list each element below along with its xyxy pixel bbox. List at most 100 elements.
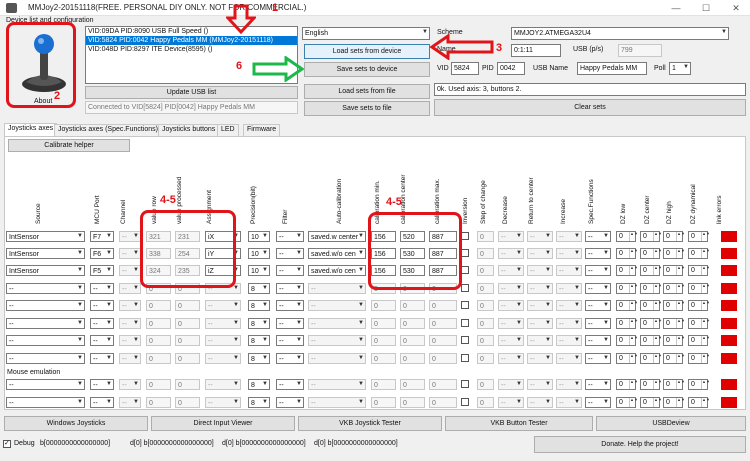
step-of-change-field[interactable]: 0: [477, 335, 494, 346]
dz-high-spinner[interactable]: 0 ▲▼: [663, 231, 685, 242]
calibration-min-field[interactable]: 0: [371, 335, 396, 346]
decrease-select[interactable]: -- ▼: [498, 248, 524, 259]
step-of-change-field[interactable]: 0: [477, 300, 494, 311]
dz-high-spinner[interactable]: 0 ▲▼: [663, 397, 685, 408]
dz-dynamical-spinner[interactable]: 0 ▲▼: [688, 300, 710, 311]
dz-dynamical-spinner[interactable]: 0 ▲▼: [688, 265, 710, 276]
decrease-select[interactable]: -- ▼: [498, 353, 524, 364]
spec-functions-select[interactable]: -- ▼: [585, 379, 611, 390]
calibration-center-field[interactable]: 0: [400, 397, 425, 408]
step-of-change-field[interactable]: 0: [477, 248, 494, 259]
dz-low-spinner[interactable]: 0 ▲▼: [616, 283, 638, 294]
decrease-select[interactable]: -- ▼: [498, 397, 524, 408]
load-sets-from-device-button[interactable]: Load sets from device: [304, 44, 430, 59]
spinner-icon[interactable]: ▲▼: [701, 231, 710, 241]
channel-select[interactable]: -- ▼: [119, 318, 141, 329]
source-select[interactable]: IntSensor ▼: [6, 265, 85, 276]
mcu-port-select[interactable]: -- ▼: [90, 379, 114, 390]
dz-high-spinner[interactable]: 0 ▲▼: [663, 248, 685, 259]
spinner-icon[interactable]: ▲▼: [653, 300, 662, 310]
spec-functions-select[interactable]: -- ▼: [585, 231, 611, 242]
spinner-icon[interactable]: ▲▼: [701, 335, 710, 345]
spinner-icon[interactable]: ▲▼: [701, 353, 710, 363]
spinner-icon[interactable]: ▲▼: [701, 283, 710, 293]
calibration-center-field[interactable]: 0: [400, 379, 425, 390]
mcu-port-select[interactable]: -- ▼: [90, 283, 114, 294]
device-list-item[interactable]: VID:09DA PID:8090 USB Full Speed (): [86, 27, 297, 36]
spinner-icon[interactable]: ▲▼: [676, 379, 685, 389]
calibration-max-field[interactable]: 0: [429, 300, 457, 311]
mcu-port-select[interactable]: F7 ▼: [90, 231, 114, 242]
return-to-center-select[interactable]: -- ▼: [527, 265, 553, 276]
channel-select[interactable]: -- ▼: [119, 248, 141, 259]
calibration-max-field[interactable]: 0: [429, 335, 457, 346]
calibration-max-field[interactable]: 0: [429, 397, 457, 408]
tab-led[interactable]: LED: [217, 124, 239, 136]
spinner-icon[interactable]: ▲▼: [653, 353, 662, 363]
update-usb-list-button[interactable]: Update USB list: [85, 86, 298, 99]
source-select[interactable]: IntSensor ▼: [6, 231, 85, 242]
tab-joysticks-axes[interactable]: Joysticks axes: [4, 123, 58, 136]
return-to-center-select[interactable]: -- ▼: [527, 248, 553, 259]
spinner-icon[interactable]: ▲▼: [676, 318, 685, 328]
increase-select[interactable]: -- ▼: [556, 231, 582, 242]
channel-select[interactable]: -- ▼: [119, 397, 141, 408]
vkb-button-tester-button[interactable]: VKB Button Tester: [445, 416, 593, 431]
dz-center-spinner[interactable]: 0 ▲▼: [640, 283, 662, 294]
mcu-port-select[interactable]: F5 ▼: [90, 265, 114, 276]
precision-select[interactable]: 8 ▼: [248, 353, 270, 364]
filter-select[interactable]: -- ▼: [276, 300, 304, 311]
spinner-icon[interactable]: ▲▼: [653, 265, 662, 275]
dz-low-spinner[interactable]: 0 ▲▼: [616, 265, 638, 276]
spinner-icon[interactable]: ▲▼: [629, 379, 638, 389]
increase-select[interactable]: -- ▼: [556, 248, 582, 259]
dz-high-spinner[interactable]: 0 ▲▼: [663, 379, 685, 390]
auto-calibration-select[interactable]: saved.w/o cen ▼: [308, 265, 366, 276]
usb-name-field[interactable]: Happy Pedals MM: [577, 62, 647, 75]
assignment-select[interactable]: -- ▼: [205, 353, 241, 364]
dz-dynamical-spinner[interactable]: 0 ▲▼: [688, 335, 710, 346]
increase-select[interactable]: -- ▼: [556, 300, 582, 311]
filter-select[interactable]: -- ▼: [276, 397, 304, 408]
increase-select[interactable]: -- ▼: [556, 265, 582, 276]
precision-select[interactable]: 8 ▼: [248, 397, 270, 408]
spinner-icon[interactable]: ▲▼: [629, 248, 638, 258]
spinner-icon[interactable]: ▲▼: [676, 283, 685, 293]
dz-center-spinner[interactable]: 0 ▲▼: [640, 335, 662, 346]
usbdeview-button[interactable]: USBDeview: [596, 416, 746, 431]
inversion-checkbox[interactable]: [461, 266, 469, 274]
channel-select[interactable]: -- ▼: [119, 379, 141, 390]
mcu-port-select[interactable]: -- ▼: [90, 318, 114, 329]
assignment-select[interactable]: -- ▼: [205, 335, 241, 346]
auto-calibration-select[interactable]: -- ▼: [308, 397, 366, 408]
calibration-center-field[interactable]: 0: [400, 353, 425, 364]
dz-low-spinner[interactable]: 0 ▲▼: [616, 397, 638, 408]
spec-functions-select[interactable]: -- ▼: [585, 335, 611, 346]
vid-field[interactable]: 5824: [451, 62, 479, 75]
dz-dynamical-spinner[interactable]: 0 ▲▼: [688, 248, 710, 259]
return-to-center-select[interactable]: -- ▼: [527, 379, 553, 390]
source-select[interactable]: IntSensor ▼: [6, 248, 85, 259]
dz-center-spinner[interactable]: 0 ▲▼: [640, 397, 662, 408]
spec-functions-select[interactable]: -- ▼: [585, 300, 611, 311]
spec-functions-select[interactable]: -- ▼: [585, 265, 611, 276]
calibration-center-field[interactable]: 0: [400, 318, 425, 329]
spinner-icon[interactable]: ▲▼: [653, 283, 662, 293]
return-to-center-select[interactable]: -- ▼: [527, 335, 553, 346]
calibration-min-field[interactable]: 0: [371, 300, 396, 311]
return-to-center-select[interactable]: -- ▼: [527, 318, 553, 329]
spinner-icon[interactable]: ▲▼: [676, 397, 685, 407]
dz-center-spinner[interactable]: 0 ▲▼: [640, 353, 662, 364]
increase-select[interactable]: -- ▼: [556, 397, 582, 408]
tab-joysticks-buttons[interactable]: Joysticks buttons: [158, 124, 220, 136]
increase-select[interactable]: -- ▼: [556, 353, 582, 364]
inversion-checkbox[interactable]: [461, 398, 469, 406]
filter-select[interactable]: -- ▼: [276, 353, 304, 364]
dz-low-spinner[interactable]: 0 ▲▼: [616, 353, 638, 364]
decrease-select[interactable]: -- ▼: [498, 265, 524, 276]
decrease-select[interactable]: -- ▼: [498, 318, 524, 329]
return-to-center-select[interactable]: -- ▼: [527, 397, 553, 408]
source-select[interactable]: -- ▼: [6, 353, 85, 364]
tab-firmware[interactable]: Firmware: [243, 124, 281, 136]
calibration-max-field[interactable]: 0: [429, 318, 457, 329]
